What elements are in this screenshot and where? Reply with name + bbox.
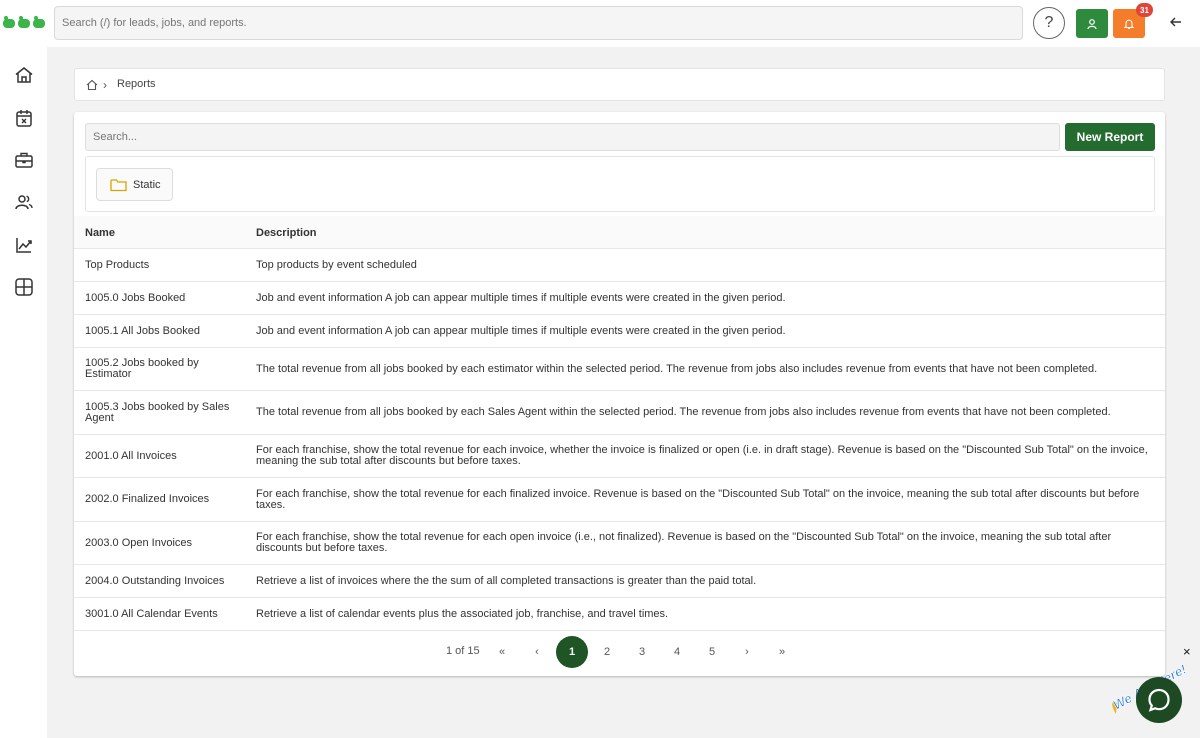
last-page-button[interactable]: »	[766, 636, 798, 668]
users-icon	[15, 195, 33, 210]
pagination: 1 of 15 « ‹ 1 2 3 4 5 › »	[74, 636, 1165, 668]
table-row[interactable]: 1005.0 Jobs Booked Job and event informa…	[74, 282, 1165, 315]
global-search-input[interactable]	[54, 6, 1023, 40]
table-row[interactable]: 2004.0 Outstanding Invoices Retrieve a l…	[74, 565, 1165, 598]
folder-icon	[110, 178, 127, 191]
chat-close-icon[interactable]: ×	[1183, 644, 1191, 659]
table-header: Name Description	[74, 216, 1165, 249]
reports-panel: New Report Static Name Description Top P…	[74, 112, 1165, 676]
help-button[interactable]: ?	[1033, 7, 1065, 39]
row-description: For each franchise, show the total reven…	[256, 444, 1148, 467]
table-row[interactable]: 2003.0 Open Invoices For each franchise,…	[74, 522, 1165, 565]
reports-table: Name Description Top Products Top produc…	[74, 216, 1165, 631]
sidebar-item-contacts[interactable]	[12, 190, 36, 214]
chevron-right-icon: ›	[103, 78, 107, 92]
first-page-button[interactable]: «	[486, 636, 518, 668]
table-row[interactable]: 2002.0 Finalized Invoices For each franc…	[74, 478, 1165, 522]
page-button-2[interactable]: 2	[591, 636, 623, 668]
column-header-name[interactable]: Name	[85, 227, 115, 239]
table-row[interactable]: 3001.0 All Calendar Events Retrieve a li…	[74, 598, 1165, 631]
prev-page-button[interactable]: ‹	[521, 636, 553, 668]
table-row[interactable]: 1005.2 Jobs booked by Estimator The tota…	[74, 348, 1165, 391]
scrollbar[interactable]	[1192, 47, 1200, 738]
row-name[interactable]: 2002.0 Finalized Invoices	[85, 494, 245, 505]
collapse-button[interactable]	[1166, 12, 1186, 32]
logo[interactable]	[2, 14, 46, 30]
row-description: Top products by event scheduled	[256, 258, 417, 271]
sidebar-item-calendar[interactable]	[12, 106, 36, 130]
grid-icon	[15, 278, 33, 296]
sidebar-item-jobs[interactable]	[12, 148, 36, 172]
row-name[interactable]: 1005.2 Jobs booked by Estimator	[85, 358, 245, 380]
breadcrumb: › Reports	[74, 68, 1165, 101]
briefcase-icon	[15, 152, 33, 168]
calendar-icon	[16, 110, 32, 127]
table-row[interactable]: 1005.1 All Jobs Booked Job and event inf…	[74, 315, 1165, 348]
row-name[interactable]: 1005.1 All Jobs Booked	[85, 325, 245, 337]
row-description: Job and event information A job can appe…	[256, 291, 786, 304]
table-row[interactable]: Top Products Top products by event sched…	[74, 249, 1165, 282]
row-name[interactable]: 2001.0 All Invoices	[85, 450, 245, 462]
notification-badge: 31	[1136, 3, 1153, 17]
page-button-4[interactable]: 4	[661, 636, 693, 668]
chat-bubble-icon	[1148, 688, 1170, 712]
row-description: For each franchise, show the total reven…	[256, 531, 1112, 554]
sidebar-item-reports[interactable]	[12, 233, 36, 257]
sidebar-item-dashboard[interactable]	[12, 275, 36, 299]
top-bar: ? 31	[0, 0, 1200, 47]
bell-icon	[1123, 19, 1135, 29]
breadcrumb-current: Reports	[117, 78, 156, 90]
row-name[interactable]: 1005.0 Jobs Booked	[85, 292, 245, 304]
page-button-1[interactable]: 1	[556, 636, 588, 668]
home-icon	[15, 67, 33, 83]
sidebar-item-home[interactable]	[12, 63, 36, 87]
column-header-description[interactable]: Description	[256, 227, 317, 239]
row-description: Retrieve a list of invoices where the th…	[256, 574, 757, 587]
row-name[interactable]: 1005.3 Jobs booked by Sales Agent	[85, 401, 245, 424]
chart-icon	[16, 238, 32, 253]
chat-button[interactable]	[1136, 677, 1182, 723]
folder-static[interactable]: Static	[96, 168, 173, 201]
folder-list: Static	[85, 156, 1155, 212]
row-description: For each franchise, show the total reven…	[256, 487, 1140, 511]
row-name[interactable]: 2004.0 Outstanding Invoices	[85, 575, 245, 587]
row-description: The total revenue from all jobs booked b…	[256, 362, 1098, 375]
sidebar	[0, 47, 47, 738]
table-row[interactable]: 2001.0 All Invoices For each franchise, …	[74, 435, 1165, 478]
row-name[interactable]: 3001.0 All Calendar Events	[85, 608, 245, 620]
next-page-button[interactable]: ›	[731, 636, 763, 668]
user-button[interactable]	[1076, 9, 1108, 38]
row-description: Retrieve a list of calendar events plus …	[256, 607, 669, 620]
page-button-3[interactable]: 3	[626, 636, 658, 668]
user-icon	[1087, 18, 1097, 29]
table-row[interactable]: 1005.3 Jobs booked by Sales Agent The to…	[74, 391, 1165, 435]
row-description: Job and event information A job can appe…	[256, 324, 786, 337]
new-report-button[interactable]: New Report	[1065, 123, 1155, 151]
row-name[interactable]: Top Products	[85, 259, 245, 271]
row-name[interactable]: 2003.0 Open Invoices	[85, 537, 245, 549]
arrow-left-icon	[1170, 17, 1181, 27]
page-info: 1 of 15	[446, 645, 480, 657]
report-search-input[interactable]	[85, 123, 1060, 151]
page-button-5[interactable]: 5	[696, 636, 728, 668]
home-icon[interactable]	[86, 79, 98, 91]
help-icon: ?	[1044, 14, 1054, 31]
folder-label: Static	[133, 178, 161, 191]
row-description: The total revenue from all jobs booked b…	[256, 406, 1111, 418]
